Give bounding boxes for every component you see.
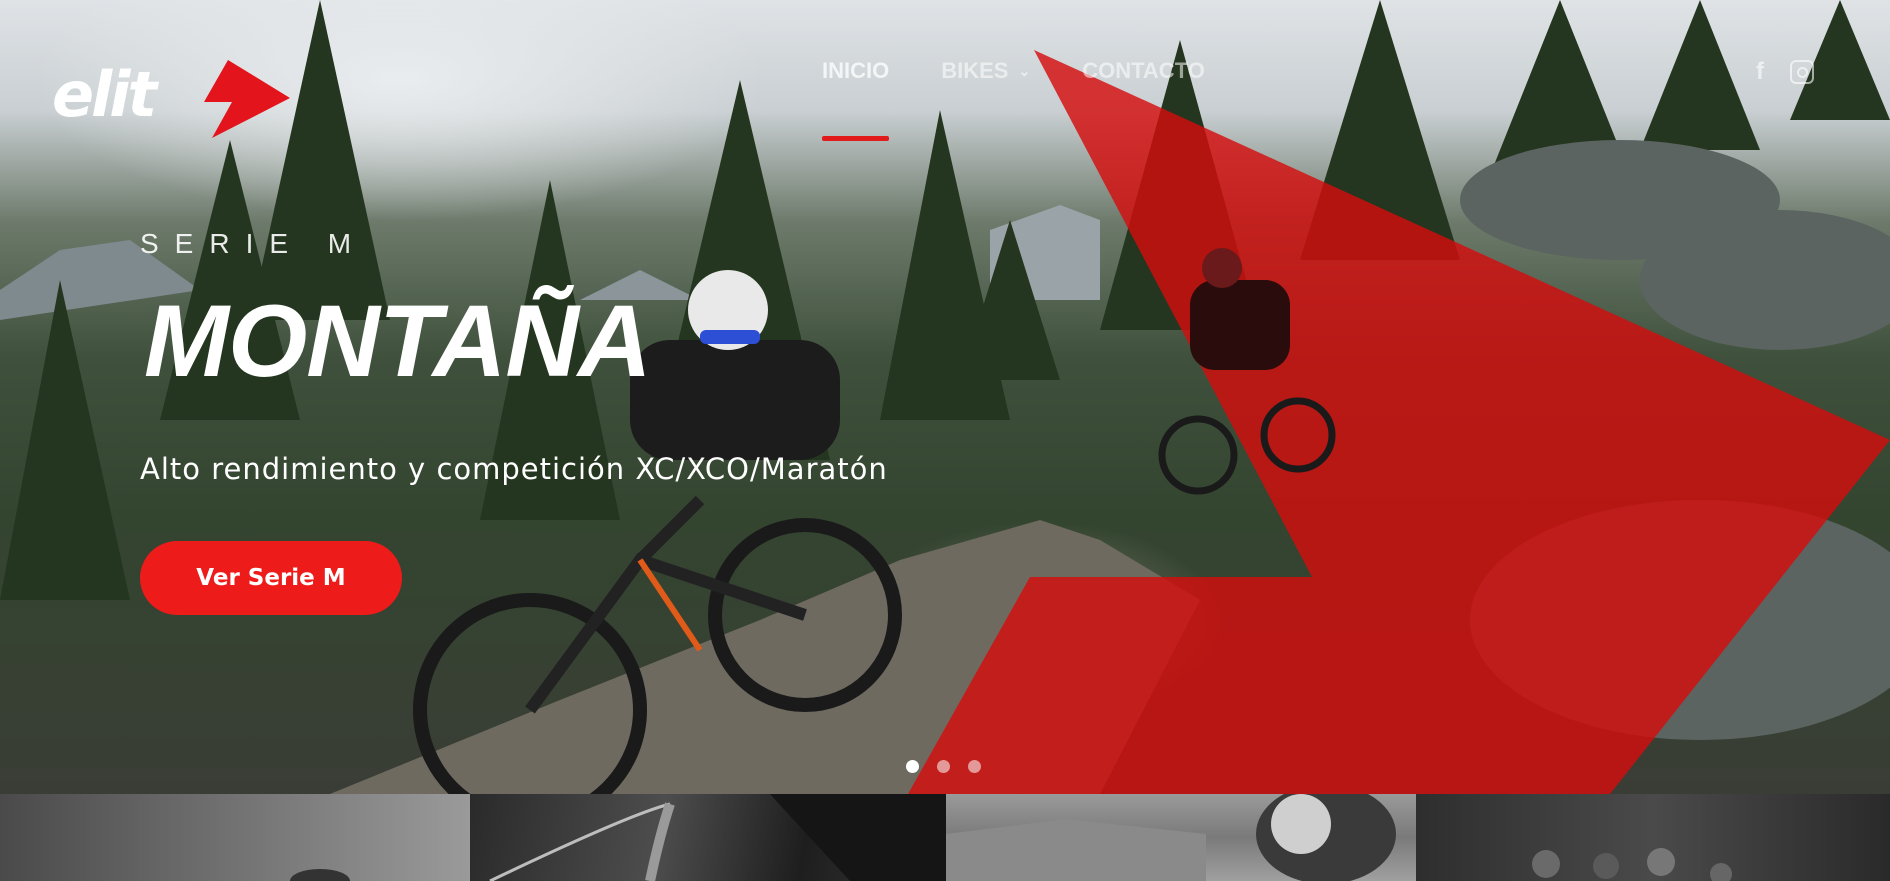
slider-dot-3[interactable] (968, 760, 981, 773)
ver-serie-m-button[interactable]: Ver Serie M (140, 541, 402, 615)
nav-item-label: INICIO (822, 58, 890, 83)
hero-kicker: SERIE M (140, 228, 368, 259)
brand-logo[interactable]: elit (52, 58, 292, 142)
nav-item-label: BIKES (941, 58, 1009, 83)
active-indicator (822, 136, 890, 141)
chevron-down-icon: ⌄ (1018, 62, 1031, 79)
hero-title: MONTAÑA (144, 284, 652, 398)
nav-item-inicio[interactable]: INICIO (822, 58, 890, 141)
social-links: f (1756, 58, 1814, 86)
category-thumb-2[interactable] (470, 794, 946, 881)
hero-slider: elit INICIO BIKES ⌄ CONTACTO f SERIE M M… (0, 0, 1890, 794)
category-thumb-4[interactable] (1416, 794, 1890, 881)
thumb-image (946, 794, 1396, 881)
category-thumb-3[interactable] (946, 794, 1416, 881)
slider-dot-1[interactable] (906, 760, 919, 773)
thumb-image (290, 869, 350, 881)
thumb-image (1532, 848, 1732, 881)
category-thumbnails (0, 794, 1890, 881)
logo-arrow-icon (204, 60, 290, 138)
instagram-icon[interactable] (1790, 60, 1814, 84)
nav-item-label: CONTACTO (1082, 58, 1205, 83)
thumb-image (489, 794, 946, 881)
hero-subtitle: Alto rendimiento y competición XC/XCO/Ma… (140, 452, 888, 486)
main-nav: INICIO BIKES ⌄ CONTACTO (822, 56, 1257, 141)
logo-wordmark: elit (52, 58, 157, 131)
slider-dot-2[interactable] (937, 760, 950, 773)
facebook-icon[interactable]: f (1756, 58, 1764, 86)
category-thumb-1[interactable] (0, 794, 470, 881)
nav-item-contacto[interactable]: CONTACTO (1082, 58, 1205, 84)
slider-dots (906, 760, 981, 773)
nav-item-bikes[interactable]: BIKES ⌄ (941, 58, 1030, 84)
